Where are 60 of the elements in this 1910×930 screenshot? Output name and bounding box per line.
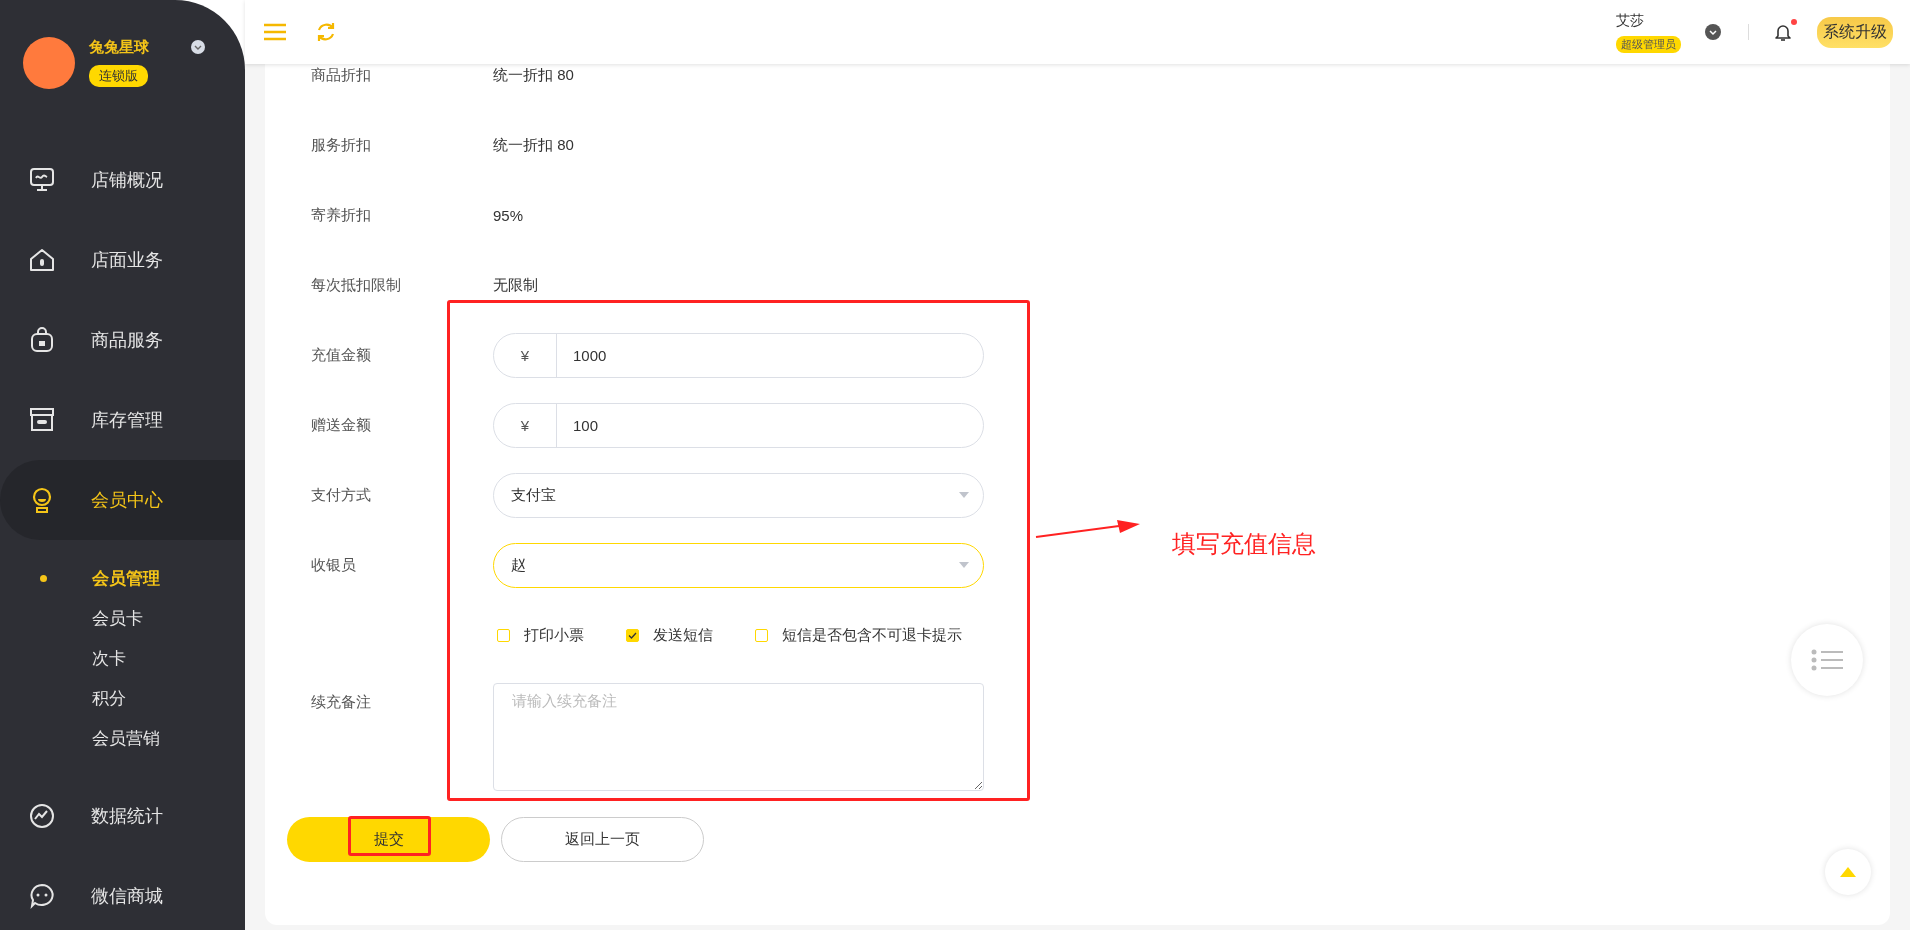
caret-icon <box>959 562 969 568</box>
sidebar-item[interactable]: 会员中心 <box>0 460 245 540</box>
field-value: 无限制 <box>493 275 538 295</box>
box-icon <box>28 406 56 434</box>
field-label: 商品折扣 <box>311 65 372 85</box>
submit-button[interactable]: 提交 <box>287 817 490 862</box>
role-badge: 超级管理员 <box>1616 35 1681 53</box>
submenu-item[interactable]: 会员营销 <box>0 718 245 758</box>
currency-prefix: ¥ <box>494 403 557 447</box>
field-label: 每次抵扣限制 <box>311 275 402 295</box>
user-name: 艾莎 <box>1616 11 1644 30</box>
chevron-down-icon[interactable] <box>191 40 205 54</box>
bag-icon <box>28 326 56 354</box>
checkbox-label: 短信是否包含不可退卡提示 <box>782 625 962 645</box>
avatar <box>23 37 75 89</box>
list-icon <box>1811 649 1843 671</box>
sidebar-item[interactable]: 店面业务 <box>0 220 245 300</box>
checkbox-label: 打印小票 <box>524 625 584 645</box>
submenu-item[interactable]: 积分 <box>0 678 245 718</box>
field-label: 充值金额 <box>311 345 372 365</box>
back-to-top-button[interactable] <box>1825 849 1871 895</box>
upgrade-button[interactable]: 系统升级 <box>1817 16 1893 48</box>
refresh-icon[interactable] <box>315 21 337 43</box>
store-name: 兔兔星球 <box>89 38 149 57</box>
field-label: 寄养折扣 <box>311 205 372 225</box>
submenu-item[interactable]: 次卡 <box>0 638 245 678</box>
sidebar-item[interactable]: 微信商城 <box>0 856 245 930</box>
checkbox[interactable] <box>497 628 510 642</box>
currency-prefix: ¥ <box>494 333 557 377</box>
field-label: 收银员 <box>311 555 357 575</box>
field-label: 服务折扣 <box>311 135 372 155</box>
monitor-icon <box>28 166 56 194</box>
sidebar-item[interactable]: 库存管理 <box>0 380 245 460</box>
field-value: 统一折扣 80 <box>493 135 574 155</box>
sidebar-item[interactable]: 数据统计 <box>0 776 245 856</box>
chevron-down-icon[interactable] <box>1705 24 1721 40</box>
remark-field[interactable]: 请输入续充备注 <box>493 683 984 791</box>
edition-badge: 连锁版 <box>89 65 148 87</box>
field-value: 95% <box>493 206 524 224</box>
field-label: 续充备注 <box>311 692 372 712</box>
checkbox[interactable] <box>755 628 768 642</box>
house-icon <box>28 246 56 274</box>
field-label: 赠送金额 <box>311 415 372 435</box>
caret-icon <box>959 492 969 498</box>
checkbox[interactable] <box>626 628 639 642</box>
back-button[interactable]: 返回上一页 <box>501 817 704 862</box>
submenu-item[interactable]: 会员管理 <box>0 558 245 598</box>
list-button[interactable] <box>1791 624 1863 696</box>
triangle-up-icon <box>1840 867 1856 877</box>
chat-icon <box>28 882 56 910</box>
chart-icon <box>28 802 56 830</box>
submenu-item[interactable]: 会员卡 <box>0 598 245 638</box>
bell-icon[interactable] <box>1775 23 1791 41</box>
checkbox-label: 发送短信 <box>653 625 713 645</box>
sidebar-item[interactable]: 商品服务 <box>0 300 245 380</box>
field-label: 支付方式 <box>311 485 372 505</box>
menu-icon[interactable] <box>263 22 287 42</box>
field-value: 统一折扣 80 <box>493 65 574 85</box>
sidebar-item[interactable]: 店铺概况 <box>0 140 245 220</box>
annotation-text: 填写充值信息 <box>1172 529 1316 559</box>
